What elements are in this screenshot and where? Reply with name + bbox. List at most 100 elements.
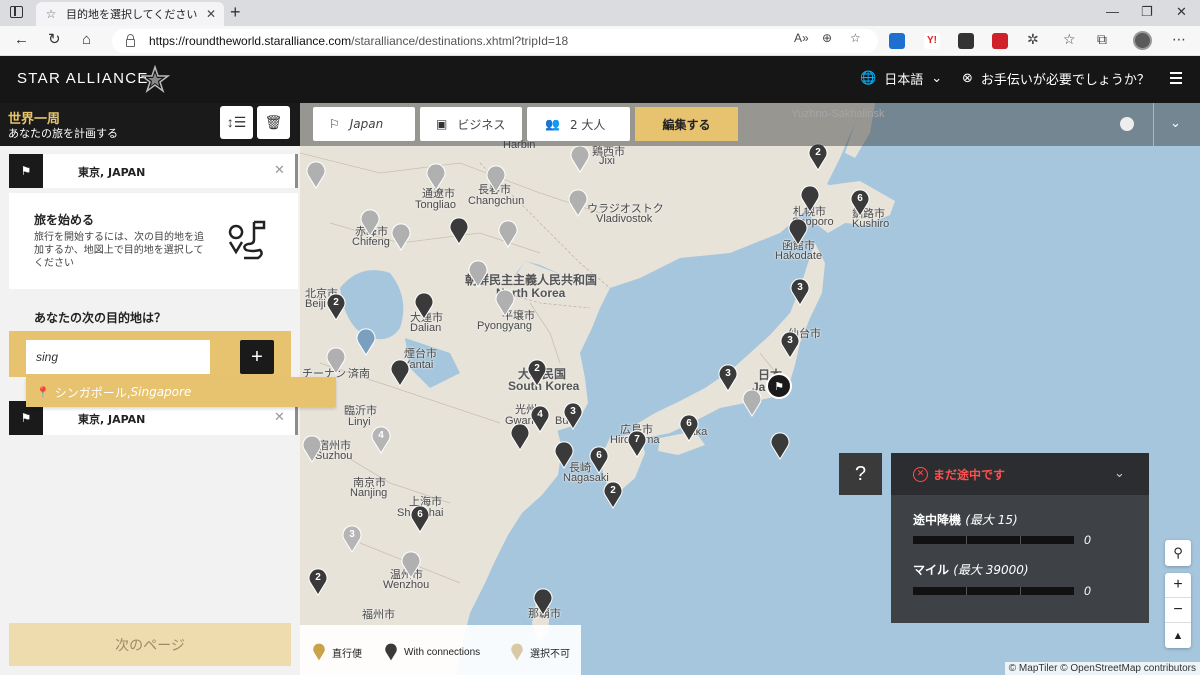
lock-icon[interactable] (126, 34, 135, 47)
panel-subtitle: あなたの旅を計画する (8, 127, 118, 140)
map-cluster-marker[interactable]: 3 (780, 331, 800, 359)
remove-origin-icon[interactable]: ✕ (274, 162, 285, 178)
chevron-down-icon[interactable]: ⌄ (1170, 115, 1181, 131)
refresh-icon[interactable]: ↻ (48, 32, 61, 48)
zoom-icon[interactable]: ⊕ (822, 31, 832, 45)
add-destination-button[interactable]: + (240, 340, 274, 374)
map-cluster-marker[interactable]: 2 (527, 359, 547, 387)
new-tab-icon[interactable]: + (230, 3, 241, 21)
extension-pdf-icon[interactable] (992, 33, 1008, 49)
url-field[interactable]: https://roundtheworld.staralliance.com/s… (112, 29, 878, 53)
delete-button[interactable]: 🗑 (257, 106, 290, 139)
route-map[interactable]: Harbin 鶏西市 Jixi 通遼市 Tongliao 長春市 Changch… (300, 103, 1200, 675)
zoom-in-button[interactable]: + (1165, 573, 1191, 598)
close-window-icon[interactable]: ✕ (1176, 4, 1187, 20)
locate-route-button[interactable]: ⚲ (1165, 540, 1191, 566)
star-alliance-logo[interactable]: STAR ALLIANCE (17, 70, 149, 87)
language-selector[interactable]: 🌐 日本語 ⌄ (860, 69, 942, 88)
trip-toolbar: ⚐ Japan ▣ ビジネス 👥 2 大人 編集する ⌄ (300, 103, 1200, 146)
map-cluster-marker[interactable]: 2 (326, 293, 346, 321)
extension-dark-icon[interactable] (958, 33, 974, 49)
map-marker[interactable] (414, 292, 434, 320)
map-marker[interactable] (770, 432, 790, 460)
map-cluster-marker[interactable]: 6 (679, 414, 699, 442)
browser-tab[interactable]: ☆ 目的地を選択してください ✕ (36, 2, 224, 26)
hamburger-menu-icon[interactable] (1170, 72, 1182, 84)
map-marker[interactable] (510, 423, 530, 451)
maximize-icon[interactable]: ❐ (1141, 4, 1153, 20)
map-cluster-marker[interactable]: 7 (627, 430, 647, 458)
passengers-chip[interactable]: 👥 2 大人 (527, 107, 630, 141)
more-menu-icon[interactable]: ⋯ (1172, 31, 1186, 48)
start-trip-text: 旅行を開始するには、次の目的地を追加するか、地図上で目的地を選択してください (34, 232, 204, 269)
chevron-down-icon[interactable]: ⌄ (1114, 465, 1125, 481)
minimize-icon[interactable]: — (1106, 4, 1119, 19)
map-marker[interactable] (800, 185, 820, 213)
map-marker-unavailable (498, 220, 518, 248)
map-marker[interactable] (533, 588, 553, 616)
itinerary-panel: 世界一周 あなたの旅を計画する ↕☰ 🗑 ⚑ 東京, JAPAN ✕ 旅を始める… (0, 103, 336, 675)
map-cluster-marker[interactable]: 4 (530, 405, 550, 433)
map-marker-unavailable (426, 163, 446, 191)
extensions-puzzle-icon[interactable]: ✲ (1027, 31, 1039, 48)
return-city-name: 東京, JAPAN (78, 413, 146, 426)
origin-city-row[interactable]: ⚑ 東京, JAPAN ✕ (9, 154, 298, 188)
help-question-button[interactable]: ? (839, 453, 882, 495)
chevron-down-icon: ⌄ (931, 71, 943, 86)
help-link[interactable]: ⊗ お手伝いが必要でしょうか？ (962, 69, 1150, 88)
zoom-out-button[interactable]: − (1165, 598, 1191, 623)
map-cluster-marker[interactable]: 6 (589, 446, 609, 474)
favorite-add-icon[interactable]: ☆ (850, 31, 861, 45)
map-cluster-marker[interactable]: 3 (790, 278, 810, 306)
map-marker[interactable] (449, 217, 469, 245)
profile-avatar[interactable] (1133, 31, 1152, 50)
route-icon (228, 220, 266, 260)
map-cluster-marker[interactable]: 2 (603, 481, 623, 509)
map-attribution[interactable]: © MapTiler © OpenStreetMap contributors (1004, 662, 1200, 675)
map-marker[interactable] (390, 359, 410, 387)
country-label: Japan (349, 117, 384, 131)
home-icon[interactable]: ⌂ (82, 32, 91, 48)
map-marker[interactable] (554, 441, 574, 469)
extension-outlook-icon[interactable] (889, 33, 905, 49)
tokyo-selected-marker[interactable]: ⚑ (766, 373, 792, 399)
cluster-count: 4 (537, 409, 543, 420)
tab-close-icon[interactable]: ✕ (206, 7, 216, 21)
extension-yahoo-icon[interactable]: Y! (924, 33, 940, 49)
zoom-controls: + − ▲ (1165, 573, 1191, 648)
map-cluster-marker[interactable]: 2 (808, 143, 828, 171)
cluster-count: 6 (686, 418, 692, 429)
map-cluster-marker[interactable]: 6 (850, 189, 870, 217)
destination-search-input[interactable] (26, 340, 210, 374)
favorites-icon[interactable]: ☆ (1063, 31, 1076, 48)
tab-actions-icon[interactable] (10, 6, 23, 18)
read-aloud-icon[interactable]: A» (794, 31, 809, 45)
next-page-button[interactable]: 次のページ (9, 623, 291, 666)
map-marker[interactable] (788, 218, 808, 246)
cabin-chip[interactable]: ▣ ビジネス (420, 107, 522, 141)
panel-header: 世界一周 あなたの旅を計画する ↕☰ 🗑 (0, 103, 300, 146)
map-cluster-marker[interactable]: 6 (410, 505, 430, 533)
back-icon[interactable]: ← (14, 32, 29, 48)
compass-reset-button[interactable]: ▲ (1165, 623, 1191, 648)
status-header[interactable]: ✕ まだ途中です (891, 453, 1149, 495)
map-marker-unavailable (401, 551, 421, 579)
sort-list-icon: ↕☰ (226, 114, 247, 130)
edit-trip-button[interactable]: 編集する (635, 107, 738, 141)
country-chip[interactable]: ⚐ Japan (313, 107, 415, 141)
address-bar-row: ← ↻ ⌂ https://roundtheworld.staralliance… (0, 26, 1200, 56)
cluster-count: 6 (857, 193, 863, 204)
map-marker-unavailable (326, 347, 346, 375)
cabin-label: ビジネス (457, 117, 506, 132)
globe-view-icon[interactable] (1120, 117, 1134, 131)
remove-return-icon[interactable]: ✕ (274, 409, 285, 425)
reorder-button[interactable]: ↕☰ (220, 106, 253, 139)
map-cluster-marker[interactable]: 2 (308, 568, 328, 596)
map-label-linyi: Linyi (348, 416, 371, 428)
collections-icon[interactable]: ⧉ (1097, 31, 1107, 48)
flag-icon: ⚑ (9, 154, 43, 188)
language-label: 日本語 (884, 73, 924, 88)
map-cluster-marker[interactable]: 3 (563, 402, 583, 430)
map-cluster-marker[interactable]: 3 (718, 364, 738, 392)
suggestion-item-singapore[interactable]: 📍 シンガポール, Singapore (26, 377, 336, 407)
